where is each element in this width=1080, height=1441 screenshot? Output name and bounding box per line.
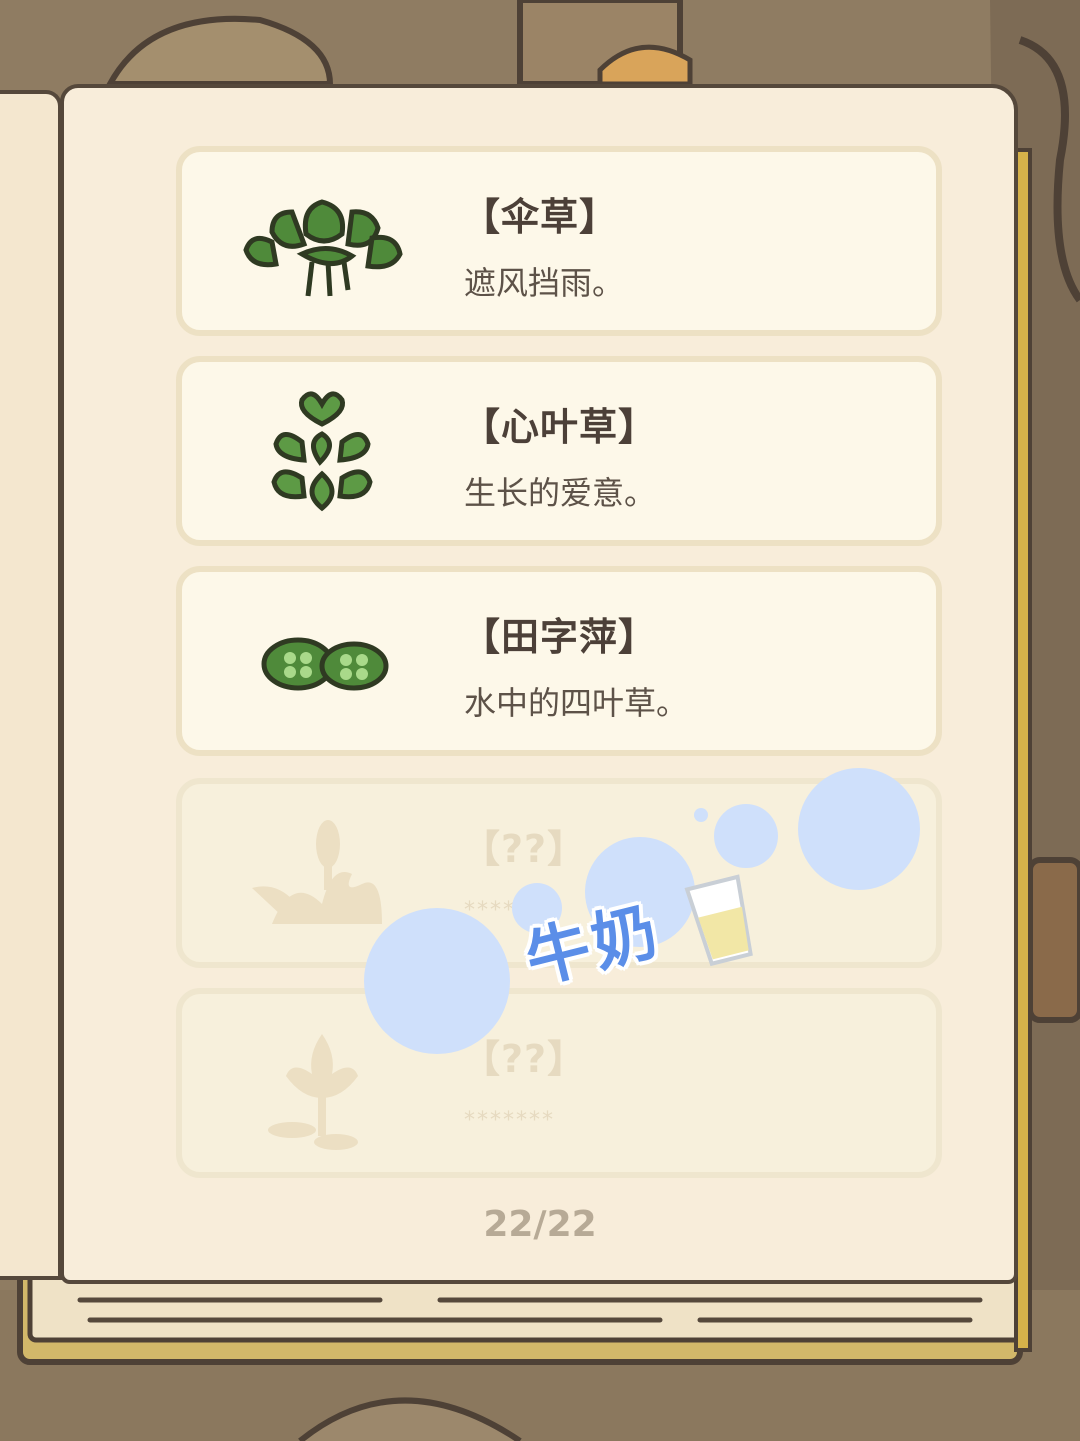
heart-leaf-icon — [271, 391, 373, 512]
collection-entry[interactable]: 【伞草】 遮风挡雨。 — [176, 146, 942, 336]
entry-description: 水中的四叶草。 — [464, 684, 689, 722]
entry-description: 生长的爱意。 — [464, 474, 657, 512]
lotus-silhouette-icon — [268, 1034, 358, 1150]
entry-description: 遮风挡雨。 — [464, 264, 625, 302]
collection-entry-locked[interactable]: 【??】 ******* — [176, 988, 942, 1178]
entry-title: 【??】 — [462, 1037, 587, 1081]
collection-entry[interactable]: 【心叶草】 生长的爱意。 — [176, 356, 942, 546]
cattail-silhouette-icon — [252, 820, 382, 924]
water-clover-icon — [261, 637, 389, 691]
left-page — [0, 90, 62, 1280]
entry-description: ******* — [464, 1108, 555, 1133]
page-indicator: 22/22 — [483, 1204, 597, 1245]
collection-entry[interactable]: 【田字萍】 水中的四叶草。 — [176, 566, 942, 756]
entry-title: 【心叶草】 — [462, 405, 658, 449]
entry-title: 【??】 — [462, 827, 587, 871]
umbrella-grass-icon — [243, 199, 403, 297]
entry-title: 【田字萍】 — [462, 615, 658, 659]
entry-title: 【伞草】 — [462, 195, 619, 239]
